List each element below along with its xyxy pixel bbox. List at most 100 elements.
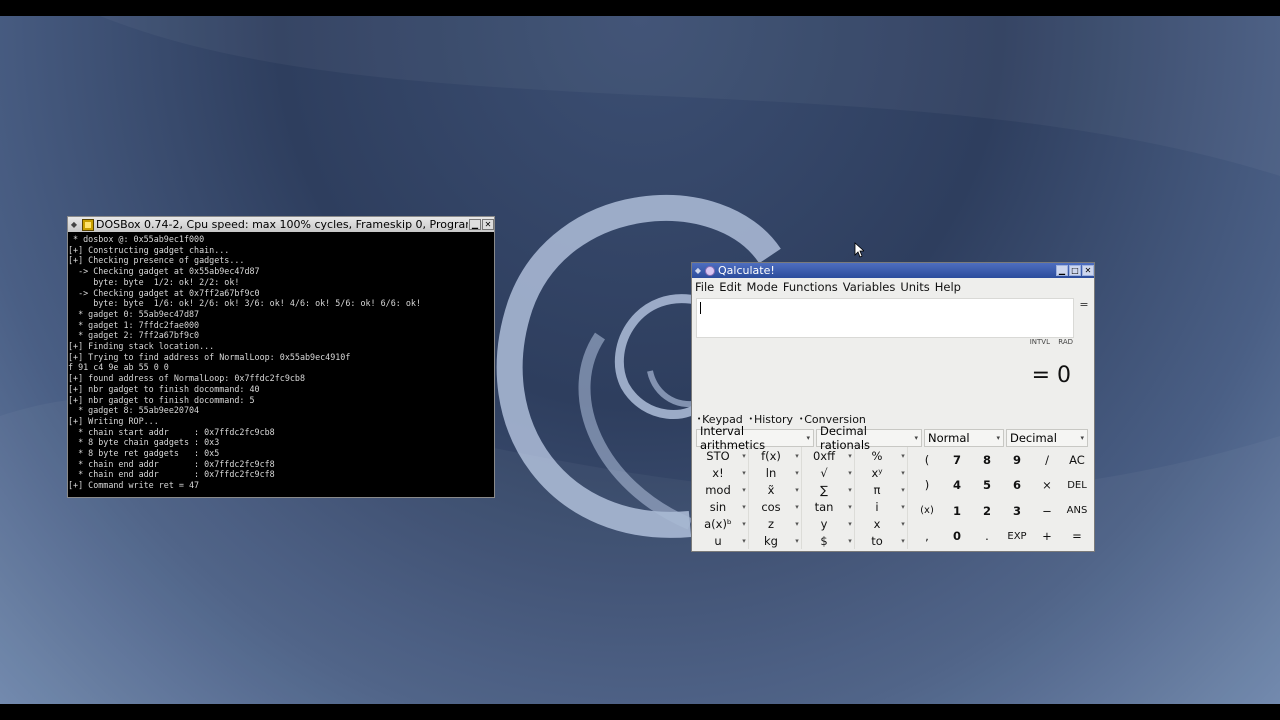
function-key[interactable]: y ▾ <box>802 515 855 532</box>
operator-key[interactable]: ( <box>912 447 942 472</box>
key-menu-arrow-icon[interactable]: ▾ <box>740 537 748 545</box>
function-key[interactable]: x! ▾ <box>696 464 749 481</box>
operator-key[interactable]: ANS <box>1062 498 1092 523</box>
key-menu-arrow-icon[interactable]: ▾ <box>740 452 748 460</box>
dosbox-window[interactable]: ◆ DOSBox 0.74-2, Cpu speed: max 100% cyc… <box>67 216 495 498</box>
menu-mode[interactable]: Mode <box>747 280 778 294</box>
function-key[interactable]: % ▾ <box>855 447 908 464</box>
operator-key[interactable]: × <box>1032 473 1062 498</box>
digit-key[interactable]: 0 <box>942 524 972 549</box>
key-menu-arrow-icon[interactable]: ▾ <box>740 503 748 511</box>
key-menu-arrow-icon[interactable]: ▾ <box>899 486 907 494</box>
key-menu-arrow-icon[interactable]: ▾ <box>846 452 854 460</box>
key-menu-arrow-icon[interactable]: ▾ <box>846 503 854 511</box>
key-menu-arrow-icon[interactable]: ▾ <box>899 503 907 511</box>
key-menu-arrow-icon[interactable]: ▾ <box>846 537 854 545</box>
key-menu-arrow-icon[interactable]: ▾ <box>846 486 854 494</box>
digit-key[interactable]: 7 <box>942 447 972 472</box>
function-key[interactable]: i ▾ <box>855 498 908 515</box>
operator-key[interactable]: / <box>1032 447 1062 472</box>
operator-key[interactable]: EXP <box>1002 524 1032 549</box>
interval-mode-select[interactable]: Interval arithmetics ▾ <box>696 424 814 452</box>
minimize-icon[interactable]: ▁ <box>1056 265 1068 276</box>
function-key[interactable]: tan ▾ <box>802 498 855 515</box>
calculate-equals-button[interactable]: = <box>1077 298 1091 312</box>
operator-key[interactable]: (x) <box>912 498 942 523</box>
digit-key[interactable]: 3 <box>1002 498 1032 523</box>
menu-units[interactable]: Units <box>900 280 929 294</box>
key-menu-arrow-icon[interactable]: ▾ <box>793 452 801 460</box>
function-key[interactable]: x ▾ <box>855 515 908 532</box>
key-menu-arrow-icon[interactable]: ▾ <box>899 520 907 528</box>
key-menu-arrow-icon[interactable]: ▾ <box>793 469 801 477</box>
function-key[interactable]: to ▾ <box>855 532 908 549</box>
operator-key[interactable]: , <box>912 524 942 549</box>
key-menu-arrow-icon[interactable]: ▾ <box>793 520 801 528</box>
operator-key[interactable]: . <box>972 524 1002 549</box>
function-key[interactable]: x̃ ▾ <box>749 481 802 498</box>
menu-functions[interactable]: Functions <box>783 280 838 294</box>
base-mode-select[interactable]: Decimal ▾ <box>1006 429 1088 447</box>
function-key[interactable]: a(x)ᵇ ▾ <box>696 515 749 532</box>
display-mode-select[interactable]: Normal ▾ <box>924 429 1004 447</box>
expression-input[interactable] <box>696 298 1074 338</box>
key-menu-arrow-icon[interactable]: ▾ <box>793 486 801 494</box>
dosbox-titlebar[interactable]: ◆ DOSBox 0.74-2, Cpu speed: max 100% cyc… <box>68 217 494 232</box>
key-menu-arrow-icon[interactable]: ▾ <box>899 452 907 460</box>
key-menu-arrow-icon[interactable]: ▾ <box>740 469 748 477</box>
qalculate-window[interactable]: ◆ Qalculate! ▁ □ ✕ File Edit Mode Functi… <box>691 262 1095 552</box>
operator-key[interactable]: ) <box>912 473 942 498</box>
function-key[interactable]: mod ▾ <box>696 481 749 498</box>
function-key[interactable]: $ ▾ <box>802 532 855 549</box>
menu-file[interactable]: File <box>695 280 714 294</box>
operator-key[interactable]: DEL <box>1062 473 1092 498</box>
minimize-icon[interactable]: ▁ <box>469 219 481 230</box>
maximize-icon[interactable]: □ <box>1069 265 1081 276</box>
function-key[interactable]: √ ▾ <box>802 464 855 481</box>
digit-key[interactable]: 2 <box>972 498 1002 523</box>
key-menu-arrow-icon[interactable]: ▾ <box>899 537 907 545</box>
function-key[interactable]: ∑ ▾ <box>802 481 855 498</box>
qalculate-titlebar[interactable]: ◆ Qalculate! ▁ □ ✕ <box>692 263 1094 278</box>
function-key[interactable]: 0xff ▾ <box>802 447 855 464</box>
key-menu-arrow-icon[interactable]: ▾ <box>740 486 748 494</box>
function-key[interactable]: xʸ ▾ <box>855 464 908 481</box>
function-key[interactable]: cos ▾ <box>749 498 802 515</box>
menu-help[interactable]: Help <box>935 280 961 294</box>
key-menu-arrow-icon[interactable]: ▾ <box>846 520 854 528</box>
key-menu-arrow-icon[interactable]: ▾ <box>793 503 801 511</box>
operator-key[interactable]: + <box>1032 524 1062 549</box>
function-key[interactable]: z ▾ <box>749 515 802 532</box>
dosbox-console-output[interactable]: * dosbox @: 0x55ab9ec1f000 [+] Constructi… <box>68 232 494 498</box>
menu-variables[interactable]: Variables <box>843 280 896 294</box>
digit-key[interactable]: 1 <box>942 498 972 523</box>
console-line: [+] Constructing gadget chain... <box>68 244 230 255</box>
window-menu-icon[interactable]: ◆ <box>692 266 704 275</box>
key-menu-arrow-icon[interactable]: ▾ <box>846 469 854 477</box>
function-key[interactable]: f(x) ▾ <box>749 447 802 464</box>
digit-key[interactable]: 8 <box>972 447 1002 472</box>
function-key[interactable]: sin ▾ <box>696 498 749 515</box>
function-key[interactable]: u ▾ <box>696 532 749 549</box>
key-menu-arrow-icon[interactable]: ▾ <box>740 520 748 528</box>
digit-key[interactable]: 5 <box>972 473 1002 498</box>
operator-key[interactable]: AC <box>1062 447 1092 472</box>
function-key[interactable]: π ▾ <box>855 481 908 498</box>
digit-key[interactable]: 6 <box>1002 473 1032 498</box>
function-key-label: π <box>873 482 881 497</box>
key-menu-arrow-icon[interactable]: ▾ <box>899 469 907 477</box>
fraction-mode-select[interactable]: Decimal rationals ▾ <box>816 424 922 452</box>
digit-key[interactable]: 4 <box>942 473 972 498</box>
close-icon[interactable]: ✕ <box>482 219 494 230</box>
operator-key[interactable]: = <box>1062 524 1092 549</box>
digit-key[interactable]: 9 <box>1002 447 1032 472</box>
function-key[interactable]: ln ▾ <box>749 464 802 481</box>
result-area: = 0 <box>692 342 1094 410</box>
close-icon[interactable]: ✕ <box>1082 265 1094 276</box>
window-menu-icon[interactable]: ◆ <box>68 220 80 229</box>
operator-key[interactable]: − <box>1032 498 1062 523</box>
function-key[interactable]: kg ▾ <box>749 532 802 549</box>
menu-edit[interactable]: Edit <box>719 280 741 294</box>
key-menu-arrow-icon[interactable]: ▾ <box>793 537 801 545</box>
function-key[interactable]: STO ▾ <box>696 447 749 464</box>
